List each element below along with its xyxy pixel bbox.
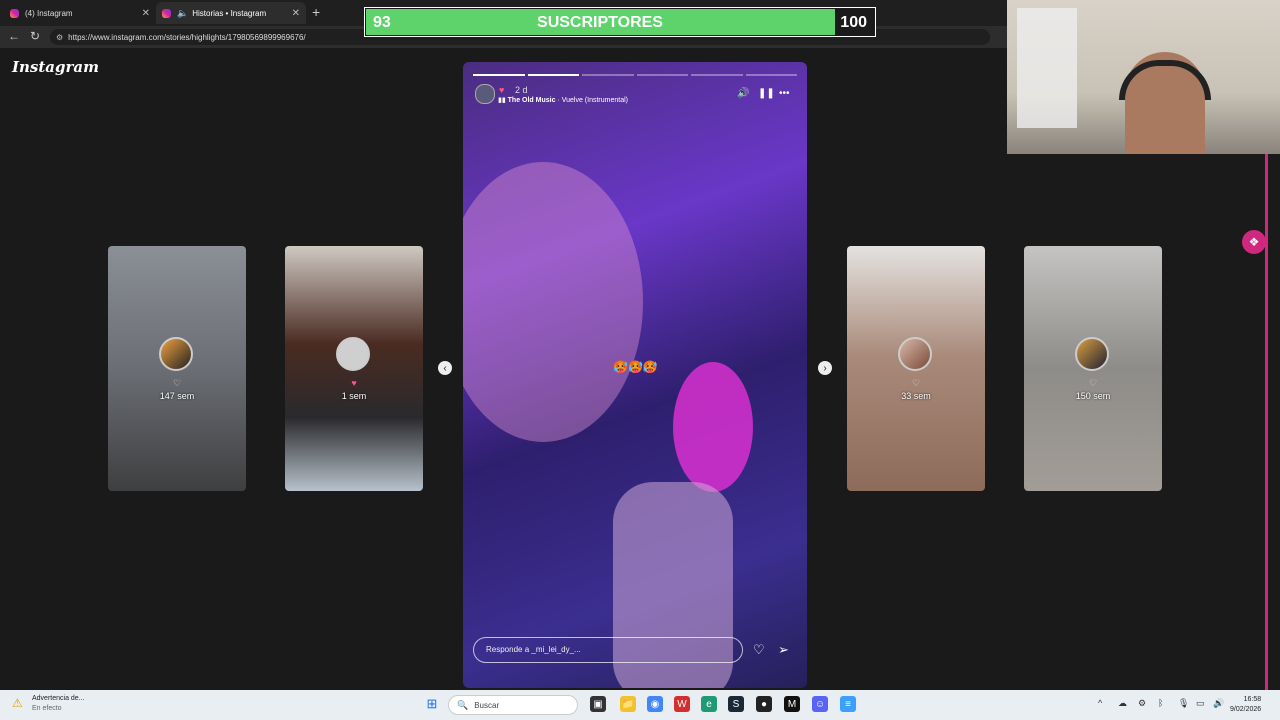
chrome-icon[interactable]: ◉	[647, 696, 663, 712]
avatar	[898, 337, 932, 371]
back-arrow-icon[interactable]: ←	[8, 29, 20, 43]
story-age: 33 sem	[901, 391, 931, 401]
instagram-favicon-icon	[162, 8, 171, 18]
reply-input[interactable]: Responde a _mi_lei_dy_...	[473, 637, 743, 663]
stream-accent-bar	[1265, 150, 1268, 690]
heart-icon: ♥	[499, 85, 505, 95]
obs-icon[interactable]: ●	[756, 696, 772, 712]
bluetooth-icon[interactable]: ᛒ	[1158, 698, 1163, 708]
story-card-next-2[interactable]: ♡ 150 sem	[1024, 246, 1162, 491]
microphone-icon[interactable]: 🎙	[1178, 698, 1189, 709]
taskbar-search[interactable]: 🔍 Buscar	[448, 695, 578, 715]
avatar[interactable]	[475, 84, 495, 104]
instagram-favicon-icon	[10, 8, 19, 18]
heart-icon: ♥	[351, 378, 357, 388]
system-clock[interactable]: 16:58 9/02/2026	[1230, 695, 1261, 715]
app-w-icon[interactable]: W	[674, 696, 690, 712]
warning-notification[interactable]: Advertencia de... En efecto	[32, 694, 85, 714]
story-age: 1 sem	[341, 391, 367, 401]
tab-instagram[interactable]: (4) Instagram ✕	[4, 2, 156, 24]
story-age: 150 sem	[1075, 391, 1111, 401]
avatar	[159, 337, 193, 371]
warning-subtitle: En efecto	[32, 705, 62, 712]
story-viewer[interactable]: ♥ 2 d ▮▮ The Old Music · Vuelve (Instrum…	[463, 62, 807, 688]
next-story-button[interactable]: ›	[818, 361, 832, 375]
story-card-next-1[interactable]: ♡ 33 sem	[847, 246, 985, 491]
onedrive-icon[interactable]: ☁	[1118, 698, 1127, 709]
story-card-prev-2[interactable]: ♡ 147 sem	[108, 246, 246, 491]
like-heart-icon[interactable]: ♡	[753, 642, 765, 658]
music-subtitle: · Vuelve (Instrumental)	[555, 97, 628, 104]
previous-story-button[interactable]: ‹	[438, 361, 452, 375]
close-tab-icon[interactable]: ✕	[292, 8, 300, 19]
reload-icon[interactable]: ↻	[30, 29, 40, 43]
discord-icon[interactable]: ☺	[812, 696, 828, 712]
volume-icon[interactable]: 🔊	[1213, 698, 1224, 709]
url-text: https://www.instagram.com/stories/highli…	[68, 32, 306, 42]
clock-time: 16:58	[1243, 696, 1262, 703]
send-icon[interactable]: ➢	[778, 642, 789, 658]
webcam-overlay	[1007, 0, 1280, 154]
tab-label: (4) Instagram	[25, 8, 73, 18]
avatar	[336, 337, 370, 371]
music-title: The Old Music	[507, 97, 556, 104]
heart-icon: ♡	[911, 378, 921, 388]
start-windows-icon[interactable]: ⊞	[424, 696, 440, 712]
close-tab-icon[interactable]: ✕	[142, 8, 150, 19]
search-label: Buscar	[474, 700, 500, 710]
story-header: ♥ 2 d ▮▮ The Old Music · Vuelve (Instrum…	[475, 84, 795, 106]
story-emoji-sticker: 🥵🥵🥵	[613, 360, 658, 374]
show-hidden-icons[interactable]: ^	[1098, 698, 1102, 708]
tab-label: Historias • Instagram	[192, 8, 267, 18]
speaker-icon[interactable]: 🔈	[177, 8, 188, 19]
more-options-icon[interactable]: •••	[779, 88, 790, 99]
windows-taskbar: ⚠ Advertencia de... En efecto ⊞ 🔍 Buscar…	[0, 690, 1280, 720]
story-age: 147 sem	[159, 391, 195, 401]
file-explorer-icon[interactable]: 📁	[620, 696, 636, 712]
clock-date: 9/02/2026	[1230, 706, 1262, 713]
site-info-icon[interactable]: ⚙	[56, 33, 63, 42]
network-icon[interactable]: ▭	[1196, 698, 1205, 709]
tab-historias[interactable]: 🔈 Historias • Instagram ✕	[156, 2, 306, 24]
goal-target: 100	[840, 14, 867, 31]
app-m-icon[interactable]: M	[784, 696, 800, 712]
heart-icon: ♡	[1088, 378, 1098, 388]
search-icon: 🔍	[457, 699, 469, 710]
edge-icon[interactable]: e	[701, 696, 717, 712]
heart-icon: ♡	[172, 378, 182, 388]
notepad-icon[interactable]: ≡	[840, 696, 856, 712]
task-view-icon[interactable]: ▣	[590, 696, 606, 712]
subscriber-goal-bar: 93 SUSCRIPTORES 100	[364, 7, 876, 37]
volume-icon[interactable]: 🔊	[737, 88, 749, 99]
pause-icon[interactable]: ❚❚	[758, 88, 775, 99]
warning-title: Advertencia de...	[32, 695, 85, 702]
warning-icon[interactable]: ⚠	[12, 696, 23, 710]
extension-badge-icon[interactable]: ❖	[1242, 230, 1266, 254]
settings-icon[interactable]: ⚙	[1138, 698, 1146, 709]
instagram-logo[interactable]: Instagram	[12, 58, 99, 76]
music-info[interactable]: ▮▮ The Old Music · Vuelve (Instrumental)	[498, 96, 628, 104]
steam-icon[interactable]: S	[728, 696, 744, 712]
new-tab-button[interactable]: +	[312, 4, 320, 20]
story-card-prev-1[interactable]: ♥ 1 sem	[285, 246, 423, 491]
avatar	[1075, 337, 1109, 371]
story-time: 2 d	[515, 85, 528, 95]
story-progress-bar	[473, 74, 797, 76]
goal-label: SUSCRIPTORES	[537, 14, 663, 31]
